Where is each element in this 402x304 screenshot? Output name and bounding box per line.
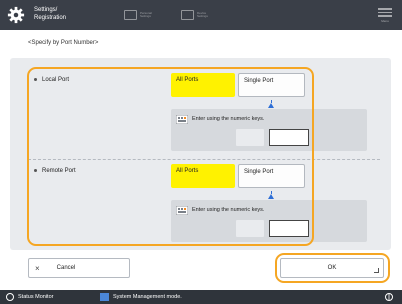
device-settings-label: Device Settings <box>197 10 208 18</box>
system-mode-icon <box>100 293 109 301</box>
cancel-button[interactable]: × Cancel <box>28 258 130 278</box>
title-line1: Settings/ <box>34 7 58 13</box>
cancel-label: Cancel <box>56 265 76 271</box>
system-mode-label: System Management mode. <box>113 294 182 300</box>
corner-icon <box>374 268 379 273</box>
header-bar: Settings/ Registration Personal Settings… <box>0 0 402 30</box>
network-icon <box>385 293 393 301</box>
menu-button[interactable]: Menu <box>378 8 392 23</box>
status-monitor-label: Status Monitor <box>18 294 54 300</box>
device-settings-tab[interactable]: Device Settings <box>181 9 217 21</box>
ok-label: OK <box>327 265 337 271</box>
status-monitor-icon <box>6 293 14 301</box>
highlight-frame <box>27 67 314 246</box>
close-icon: × <box>35 263 40 273</box>
menu-label: Menu <box>381 18 389 23</box>
device-settings-icon <box>181 10 194 20</box>
status-monitor-button[interactable]: Status Monitor <box>6 293 53 301</box>
personal-settings-icon <box>124 10 137 20</box>
personal-settings-tab[interactable]: Personal Settings <box>124 9 160 21</box>
personal-settings-label: Personal Settings <box>140 10 152 18</box>
status-bar: Status Monitor System Management mode. <box>0 290 402 304</box>
menu-icon <box>378 8 392 10</box>
page-subtitle: <Specify by Port Number> <box>28 40 99 46</box>
system-mode-indicator: System Management mode. <box>100 293 182 301</box>
title-line2: Registration <box>34 15 67 21</box>
ok-button[interactable]: OK <box>280 258 384 278</box>
settings-registration-title: Settings/ Registration <box>34 6 66 22</box>
gear-icon <box>7 6 25 24</box>
